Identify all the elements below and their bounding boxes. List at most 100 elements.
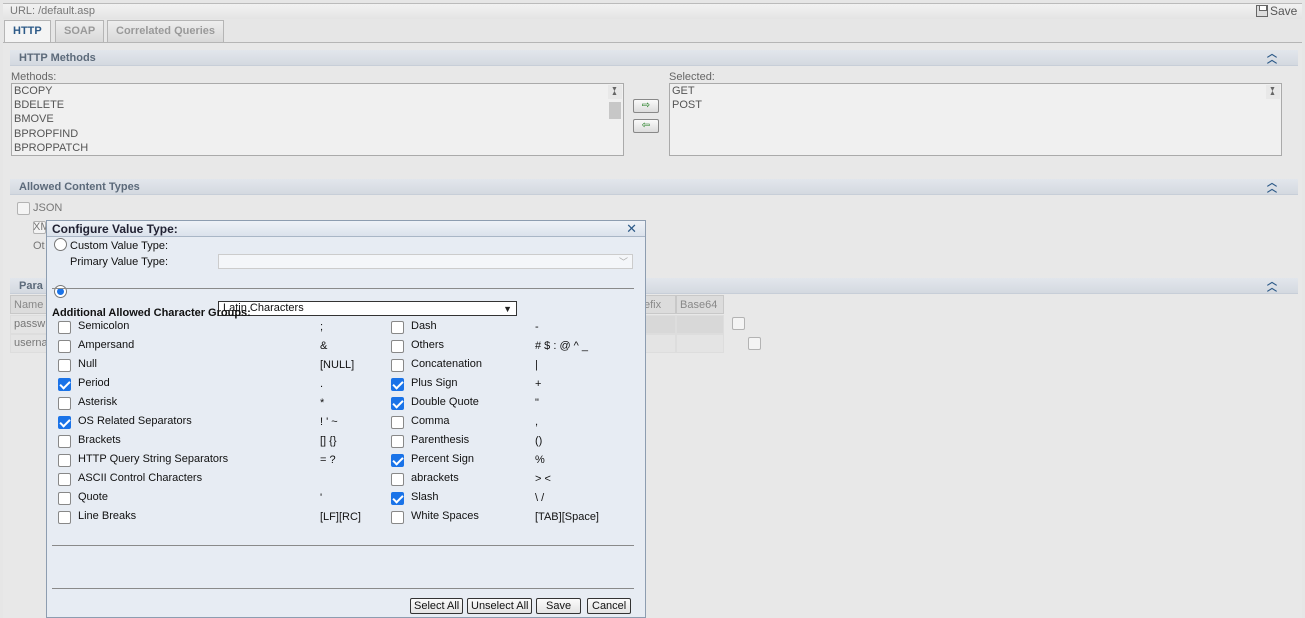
tab-soap[interactable]: SOAP: [55, 20, 105, 42]
table-cell: [676, 315, 724, 334]
abrackets-chars: > <: [535, 473, 551, 485]
content-type-json-checkbox[interactable]: [17, 202, 30, 215]
base64-checkbox[interactable]: [732, 317, 746, 330]
plus-sign-checkbox[interactable]: [391, 378, 404, 391]
dialog-title: Configure Value Type:: [52, 222, 178, 236]
group-row-plus-sign: Plus Sign +: [47, 377, 637, 393]
tab-http[interactable]: HTTP: [4, 20, 51, 43]
methods-listbox[interactable]: BCOPY BDELETE BMOVE BPROPFIND BPROPPATCH…: [11, 83, 624, 156]
abrackets-checkbox[interactable]: [391, 473, 404, 486]
group-row-white-spaces: White Spaces [TAB][Space]: [47, 510, 637, 526]
parenthesis-chars: (): [535, 435, 543, 447]
selected-scrollbar[interactable]: ▲ ▼: [1266, 84, 1280, 100]
save-button[interactable]: Save: [536, 598, 582, 614]
group-row-parenthesis: Parenthesis (): [47, 434, 637, 450]
group-row-slash: Slash \ /: [47, 491, 637, 507]
list-item[interactable]: BDELETE: [12, 98, 623, 112]
cancel-button[interactable]: Cancel: [587, 598, 632, 614]
column-header-base64: Base64: [676, 295, 724, 314]
divider: [52, 288, 634, 289]
custom-value-type-select[interactable]: ﹀: [218, 254, 633, 269]
group-row-percent-sign: Percent Sign%: [47, 453, 637, 469]
comma-label: Comma: [411, 415, 450, 427]
slash-label: Slash: [411, 491, 439, 503]
dash-chars: -: [535, 321, 539, 333]
others-checkbox[interactable]: [391, 340, 404, 353]
move-right-button[interactable]: ⇨: [633, 99, 659, 113]
content-type-other-label: Ot: [33, 240, 45, 252]
close-icon[interactable]: ✕: [626, 221, 637, 237]
list-item[interactable]: BPROPFIND: [12, 127, 623, 141]
collapse-up-icon[interactable]: ︿ ︿: [1266, 278, 1278, 294]
save-label: Save: [1270, 4, 1298, 18]
base64-checkbox[interactable]: [748, 337, 762, 350]
group-row-others: Others # $ : @ ^ _: [47, 339, 637, 355]
custom-value-type-label: Custom Value Type:: [70, 240, 169, 252]
slash-checkbox[interactable]: [391, 492, 404, 505]
collapse-up-icon[interactable]: ︿ ︿: [1266, 50, 1278, 66]
double-quote-chars: ": [535, 397, 539, 409]
groups-title: Additional Allowed Character Groups:: [52, 307, 251, 319]
percent-sign-checkbox[interactable]: [391, 454, 404, 467]
url-label: URL: /default.asp: [10, 5, 95, 17]
list-item[interactable]: BCOPY: [12, 84, 623, 98]
dash-label: Dash: [411, 320, 437, 332]
scroll-down-icon[interactable]: ▼: [611, 84, 618, 97]
others-label: Others: [411, 339, 445, 351]
content-type-json-label: JSON: [33, 202, 63, 214]
section-http-methods: HTTP Methods ︿ ︿: [10, 50, 1298, 66]
table-row[interactable]: userna: [10, 334, 50, 353]
comma-chars: ,: [535, 416, 539, 428]
collapse-up-icon[interactable]: ︿ ︿: [1266, 179, 1278, 195]
concatenation-label: Concatenation: [411, 358, 482, 370]
unselect-all-button[interactable]: Unselect All: [467, 598, 533, 614]
divider: [52, 588, 634, 589]
others-chars: # $ : @ ^ _: [535, 340, 589, 352]
dash-checkbox[interactable]: [391, 321, 404, 334]
list-item[interactable]: BPROPPATCH: [12, 141, 623, 155]
divider: [52, 545, 634, 546]
methods-label: Methods:: [11, 71, 57, 83]
primary-value-type-select[interactable]: Latin Characters ▼: [218, 301, 517, 316]
white-spaces-chars: [TAB][Space]: [535, 511, 599, 523]
concatenation-checkbox[interactable]: [391, 359, 404, 372]
list-item[interactable]: BMOVE: [12, 112, 623, 126]
percent-sign-label: Percent Sign: [411, 453, 474, 465]
list-item[interactable]: POST: [670, 98, 1281, 112]
section-title: Allowed Content Types: [19, 181, 140, 193]
parenthesis-checkbox[interactable]: [391, 435, 404, 448]
list-item[interactable]: GET: [670, 84, 1281, 98]
tab-correlated-queries[interactable]: Correlated Queries: [107, 20, 225, 42]
percent-sign-chars: %: [535, 454, 545, 466]
primary-value-type-radio[interactable]: [54, 285, 67, 298]
scroll-down-icon[interactable]: ▼: [1269, 84, 1276, 97]
move-left-button[interactable]: ⇦: [633, 119, 659, 133]
selected-listbox[interactable]: GET POST ▲ ▼: [669, 83, 1282, 156]
group-row-double-quote: Double Quote ": [47, 396, 637, 412]
column-header-name: Name: [10, 295, 50, 314]
slash-chars: \ /: [535, 492, 545, 504]
scroll-thumb[interactable]: [609, 102, 621, 119]
group-row-dash: Dash -: [47, 320, 637, 336]
section-title: HTTP Methods: [19, 52, 96, 64]
save-disk-icon: [1256, 5, 1268, 17]
primary-value-type-label: Primary Value Type:: [70, 256, 169, 268]
select-all-button[interactable]: Select All: [410, 598, 464, 614]
concatenation-chars: |: [535, 359, 538, 371]
section-content-types: Allowed Content Types ︿ ︿: [10, 179, 1298, 195]
chevron-down-icon: ﹀: [618, 257, 628, 267]
table-row[interactable]: passw: [10, 315, 50, 334]
double-quote-label: Double Quote: [411, 396, 479, 408]
white-spaces-label: White Spaces: [411, 510, 479, 522]
double-quote-checkbox[interactable]: [391, 397, 404, 410]
dialog-titlebar[interactable]: Configure Value Type: ✕: [47, 221, 645, 237]
parenthesis-label: Parenthesis: [411, 434, 470, 446]
save-button[interactable]: Save: [1256, 4, 1297, 18]
white-spaces-checkbox[interactable]: [391, 511, 404, 524]
methods-scrollbar[interactable]: ▲ ▼: [608, 84, 622, 119]
custom-value-type-radio[interactable]: [54, 238, 67, 251]
plus-sign-label: Plus Sign: [411, 377, 458, 389]
comma-checkbox[interactable]: [391, 416, 404, 429]
abrackets-label: abrackets: [411, 472, 459, 484]
group-row-comma: Comma,: [47, 415, 637, 431]
